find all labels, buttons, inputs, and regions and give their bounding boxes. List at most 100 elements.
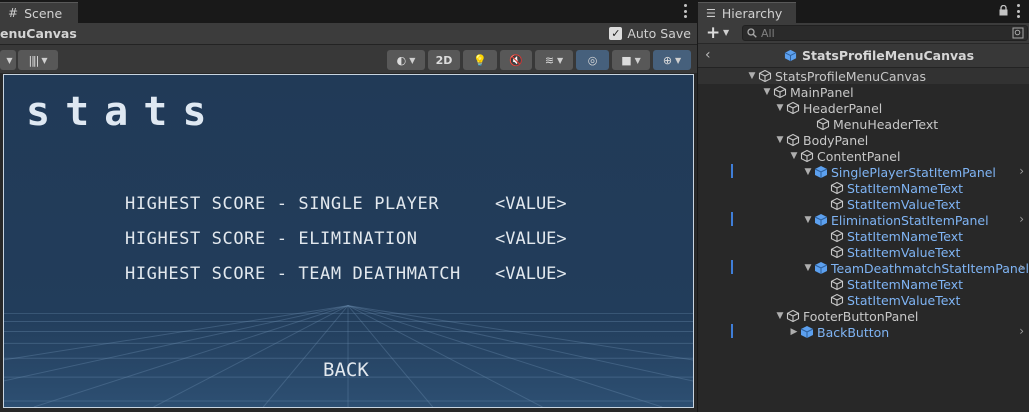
mute-icon: 🔇 [509,53,523,67]
gameobject-cube-icon [800,149,814,163]
tree-item-label: StatsProfileMenuCanvas [775,68,926,84]
search-filter-icon[interactable] [1012,27,1024,39]
expand-arrow-icon[interactable]: ▼ [774,103,786,113]
tree-item-bodypanel[interactable]: ▼ BodyPanel [698,132,1029,148]
2d-mode-label: 2D [435,53,453,67]
prefab-cube-icon [784,49,797,62]
tree-item-statitemvaluetext[interactable]: StatItemValueText [698,244,1029,260]
scene-menu-icon[interactable] [683,4,687,18]
expand-arrow-icon[interactable]: ▼ [802,215,814,225]
collapse-arrow-icon[interactable]: ▶ [788,327,800,337]
list-icon: ☰ [706,6,716,20]
tree-item-label: MenuHeaderText [833,116,939,132]
prefab-context-breadcrumb: ‹ StatsProfileMenuCanvas [698,44,1029,68]
lighting-button[interactable]: 💡 [463,50,497,70]
tree-item-eliminationstatitempanel[interactable]: ▼ EliminationStatItemPanel › [698,212,1029,228]
scene-tab[interactable]: # Scene [0,2,78,23]
audio-button[interactable]: 🔇 [500,50,532,70]
snap-increment-button[interactable]: |‖| ▼ [18,50,58,70]
gameobject-cube-icon [830,277,844,291]
tree-item-label: SinglePlayerStatItemPanel [831,164,996,180]
lock-icon[interactable] [999,5,1008,16]
hierarchy-toolbar: + ▼ All [698,23,1029,43]
eye-slash-icon: ◎ [587,53,598,67]
hierarchy-search-input[interactable]: All [742,25,1028,41]
tree-item-singleplayerstatitempanel[interactable]: ▼ SinglePlayerStatItemPanel › [698,164,1029,180]
chevron-right-icon[interactable]: › [1019,260,1024,274]
snap-icon: |‖| [28,53,39,67]
gameobject-cube-icon [830,245,844,259]
back-arrow-icon[interactable]: ‹ [705,47,711,63]
gameobject-cube-icon [830,181,844,195]
expand-arrow-icon[interactable]: ▼ [761,87,773,97]
prefab-cube-icon [800,326,814,338]
shading-sphere-icon: ◐ [396,53,407,67]
tree-item-headerpanel[interactable]: ▼ HeaderPanel [698,100,1029,116]
tree-item-teamdeathmatchstatitempanel[interactable]: ▼ TeamDeathmatchStatItemPanel › [698,260,1029,276]
scene-panel: # Scene enuCanvas ✓ Auto Save ▼ |‖| ▼ ◐ ▼ … [0,0,697,412]
tree-item-label: StatItemNameText [847,276,964,292]
stat-name-single-player: HIGHEST SCORE - SINGLE PLAYER [125,194,440,214]
shading-mode-button[interactable]: ◐ ▼ [387,50,425,70]
gameobject-cube-icon [786,133,800,147]
tree-item-label: StatItemValueText [847,244,961,260]
gameobject-cube-icon [758,69,772,83]
gameobject-cube-icon [786,101,800,115]
context-name: StatsProfileMenuCanvas [802,48,975,63]
lightbulb-icon: 💡 [473,53,487,67]
tree-item-contentpanel[interactable]: ▼ ContentPanel [698,148,1029,164]
tree-item-label: StatItemValueText [847,292,961,308]
hidden-objects-button[interactable]: ◎ [576,50,609,70]
chevron-right-icon[interactable]: › [1019,212,1024,226]
tree-item-footerbuttonpanel[interactable]: ▼ FooterButtonPanel [698,308,1029,324]
camera-button[interactable]: ■ ▼ [612,50,650,70]
scene-context-bar: enuCanvas ✓ Auto Save [0,23,697,45]
tree-item-statitemnametext[interactable]: StatItemNameText [698,228,1029,244]
stat-name-team-deathmatch: HIGHEST SCORE - TEAM DEATHMATCH [125,264,461,284]
expand-arrow-icon[interactable]: ▼ [774,311,786,321]
create-dropdown-icon[interactable]: ▼ [723,28,729,37]
hierarchy-tab[interactable]: ☰ Hierarchy [698,2,796,23]
chevron-right-icon[interactable]: › [1019,324,1024,338]
expand-arrow-icon[interactable]: ▼ [788,151,800,161]
create-plus-icon[interactable]: + [706,23,720,43]
tree-item-statitemnametext[interactable]: StatItemNameText [698,180,1029,196]
expand-arrow-icon[interactable]: ▼ [774,135,786,145]
2d-mode-button[interactable]: 2D [428,50,460,70]
auto-save-toggle[interactable]: ✓ Auto Save [609,26,691,41]
hierarchy-menu-icon[interactable] [1016,4,1020,18]
prefab-cube-icon [814,214,828,226]
expand-arrow-icon[interactable]: ▼ [802,263,814,273]
gameobject-cube-icon [830,197,844,211]
back-button[interactable]: BACK [323,359,369,381]
gizmos-button[interactable]: ⊕ ▼ [653,50,691,70]
gizmo-globe-icon: ⊕ [662,53,673,67]
menu-header-text: stats [26,89,222,135]
game-canvas-view[interactable]: stats HIGHEST SCORE - SINGLE PLAYER <VAL… [3,74,694,408]
tree-item-label: ContentPanel [817,148,901,164]
tree-item-statitemvaluetext[interactable]: StatItemValueText [698,292,1029,308]
canvas-name: enuCanvas [0,26,77,41]
expand-arrow-icon[interactable]: ▼ [746,71,758,81]
tree-item-label: StatItemNameText [847,228,964,244]
tree-item-label: TeamDeathmatchStatItemPanel [831,260,1029,276]
chevron-right-icon[interactable]: › [1019,164,1024,178]
hierarchy-tab-bar: ☰ Hierarchy [698,0,1029,23]
tree-item-statitemvaluetext[interactable]: StatItemValueText [698,196,1029,212]
tree-item-mainpanel[interactable]: ▼ MainPanel [698,84,1029,100]
tree-item-statsprofilemenucanvas[interactable]: ▼ StatsProfileMenuCanvas [698,68,1029,84]
tree-item-backbutton[interactable]: ▶ BackButton › [698,324,1029,340]
left-dropdown-button[interactable]: ▼ [0,50,16,70]
stat-name-elimination: HIGHEST SCORE - ELIMINATION [125,229,418,249]
tree-item-statitemnametext[interactable]: StatItemNameText [698,276,1029,292]
grid-icon: # [8,6,19,20]
effects-button[interactable]: ≋ ▼ [535,50,573,70]
stat-value-team-deathmatch: <VALUE> [495,264,567,284]
tree-item-label: StatItemNameText [847,180,964,196]
checkbox-icon[interactable]: ✓ [609,27,623,40]
effects-icon: ≋ [544,53,555,67]
tree-item-label: BodyPanel [803,132,869,148]
expand-arrow-icon[interactable]: ▼ [802,167,814,177]
tree-item-label: MainPanel [790,84,854,100]
tree-item-menuheadertext[interactable]: MenuHeaderText [698,116,1029,132]
